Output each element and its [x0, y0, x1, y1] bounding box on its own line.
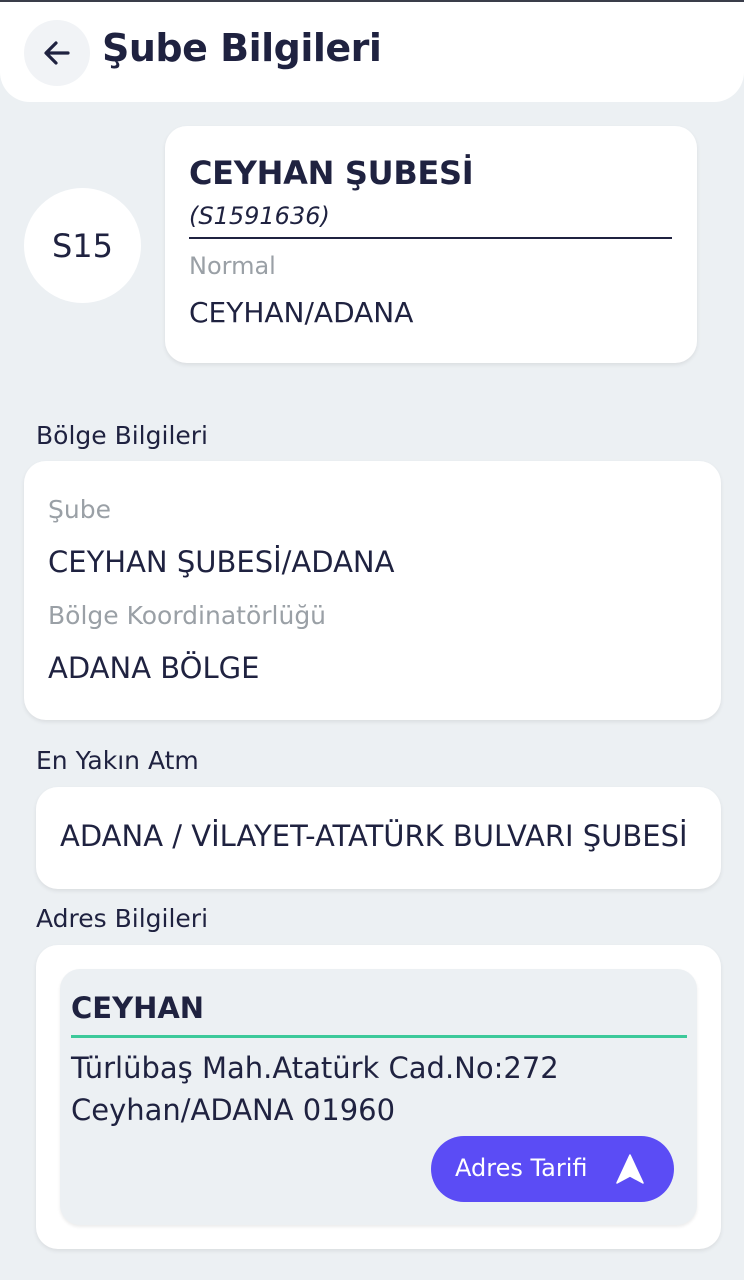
coordinator-field-label: Bölge Koordinatörlüğü [48, 601, 327, 630]
arrow-left-icon [44, 41, 70, 65]
address-title: CEYHAN [71, 991, 205, 1025]
address-divider [71, 1035, 687, 1038]
branch-city: CEYHAN/ADANA [189, 296, 414, 329]
region-card: Şube CEYHAN ŞUBESİ/ADANA Bölge Koordinat… [24, 461, 721, 720]
region-section-label: Bölge Bilgileri [36, 421, 208, 450]
address-line-2: Ceyhan/ADANA 01960 [71, 1093, 396, 1127]
branch-card: CEYHAN ŞUBESİ (S1591636) Normal CEYHAN/A… [165, 126, 697, 363]
address-panel: CEYHAN Türlübaş Mah.Atatürk Cad.No:272 C… [60, 969, 697, 1225]
branch-type: Normal [189, 252, 276, 280]
address-text: Türlübaş Mah.Atatürk Cad.No:272 Ceyhan/A… [71, 1047, 671, 1131]
address-card: CEYHAN Türlübaş Mah.Atatürk Cad.No:272 C… [36, 945, 721, 1249]
atm-section-label: En Yakın Atm [36, 746, 199, 775]
divider [189, 237, 672, 239]
nearest-atm-card[interactable]: ADANA / VİLAYET-ATATÜRK BULVARI ŞUBESİ [36, 787, 721, 889]
page-title: Şube Bilgileri [102, 26, 382, 70]
branch-code: (S1591636) [189, 202, 330, 230]
branch-field-label: Şube [48, 495, 111, 524]
coordinator-field-value: ADANA BÖLGE [48, 651, 260, 685]
address-line-1: Türlübaş Mah.Atatürk Cad.No:272 [71, 1051, 559, 1085]
nearest-atm-value: ADANA / VİLAYET-ATATÜRK BULVARI ŞUBESİ [60, 819, 688, 853]
back-button[interactable] [24, 20, 90, 86]
branch-avatar: S15 [24, 188, 141, 303]
directions-label: Adres Tarifi [455, 1154, 588, 1182]
navigation-arrow-icon [616, 1154, 644, 1184]
branch-field-value: CEYHAN ŞUBESİ/ADANA [48, 545, 395, 579]
directions-button[interactable]: Adres Tarifi [431, 1136, 674, 1202]
header-bar: Şube Bilgileri [0, 2, 744, 102]
address-section-label: Adres Bilgileri [36, 904, 209, 933]
branch-name: CEYHAN ŞUBESİ [189, 154, 474, 192]
